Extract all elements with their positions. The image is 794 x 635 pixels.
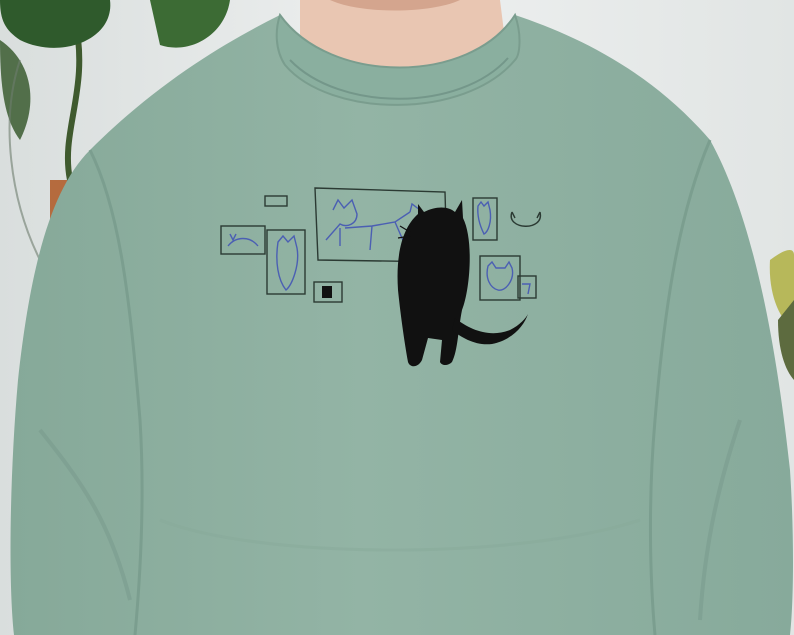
- drawing-cat-silhouette: [322, 286, 332, 298]
- photo-canvas: [0, 0, 794, 635]
- photo-scene: [0, 0, 794, 635]
